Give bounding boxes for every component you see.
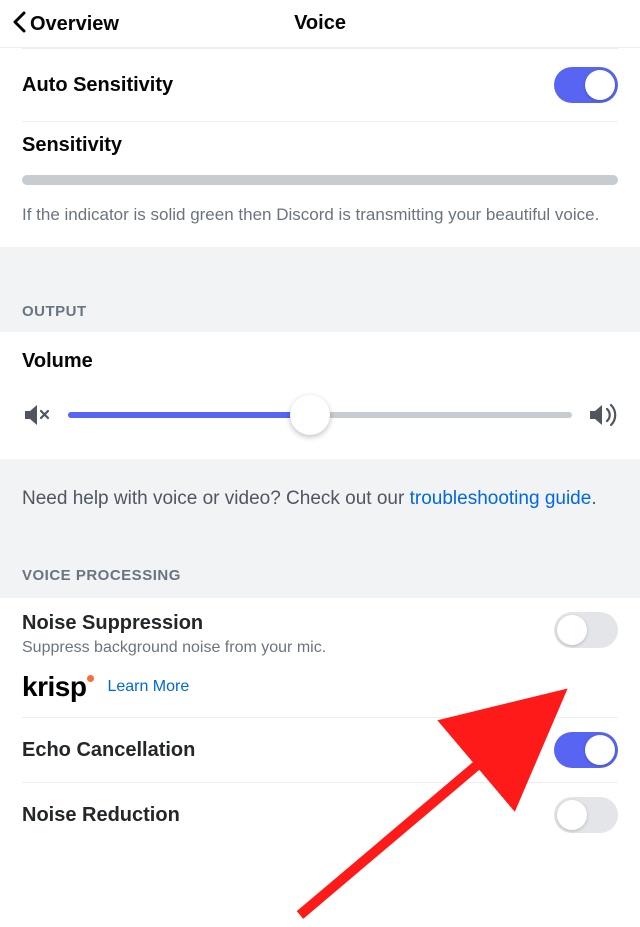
auto-sensitivity-label: Auto Sensitivity <box>22 74 173 97</box>
noise-suppression-label: Noise Suppression <box>22 612 542 635</box>
noise-reduction-toggle[interactable] <box>554 797 618 833</box>
back-button[interactable]: Overview <box>12 0 119 48</box>
back-label: Overview <box>30 13 119 36</box>
krisp-logo: krisp <box>22 671 93 703</box>
sensitivity-indicator <box>22 175 618 185</box>
header-bar: Overview Voice <box>0 0 640 48</box>
help-text: Need help with voice or video? Check out… <box>0 459 640 544</box>
volume-label: Volume <box>22 350 618 373</box>
noise-reduction-row: Noise Reduction <box>0 783 640 847</box>
chevron-left-icon <box>12 11 26 37</box>
page-title: Voice <box>294 12 346 35</box>
echo-cancellation-row: Echo Cancellation <box>0 718 640 782</box>
auto-sensitivity-row: Auto Sensitivity <box>0 49 640 121</box>
volume-thumb[interactable] <box>290 395 330 435</box>
troubleshooting-link[interactable]: troubleshooting guide <box>410 488 592 509</box>
voice-settings-screen: Overview Voice Auto Sensitivity Sensitiv… <box>0 0 640 927</box>
sensitivity-description: If the indicator is solid green then Dis… <box>22 203 618 227</box>
help-prefix: Need help with voice or video? Check out… <box>22 488 410 509</box>
learn-more-link[interactable]: Learn More <box>107 678 189 696</box>
echo-cancellation-toggle[interactable] <box>554 732 618 768</box>
sensitivity-label: Sensitivity <box>22 134 618 157</box>
voice-processing-section-title: VOICE PROCESSING <box>22 567 618 584</box>
noise-suppression-row: Noise Suppression Suppress background no… <box>0 598 640 717</box>
volume-fill <box>68 412 310 418</box>
volume-block: Volume <box>0 332 640 459</box>
speaker-loud-icon <box>588 400 618 430</box>
noise-suppression-description: Suppress background noise from your mic. <box>22 639 542 657</box>
voice-processing-section-header: VOICE PROCESSING <box>0 543 640 598</box>
help-suffix: . <box>591 488 596 509</box>
echo-cancellation-label: Echo Cancellation <box>22 739 195 762</box>
sensitivity-block: Sensitivity If the indicator is solid gr… <box>0 122 640 247</box>
noise-reduction-label: Noise Reduction <box>22 804 180 827</box>
volume-slider[interactable] <box>68 395 572 435</box>
output-section-header: OUTPUT <box>0 247 640 332</box>
output-section-title: OUTPUT <box>22 303 618 320</box>
speaker-mute-icon <box>22 400 52 430</box>
auto-sensitivity-toggle[interactable] <box>554 67 618 103</box>
noise-suppression-toggle[interactable] <box>554 612 618 648</box>
